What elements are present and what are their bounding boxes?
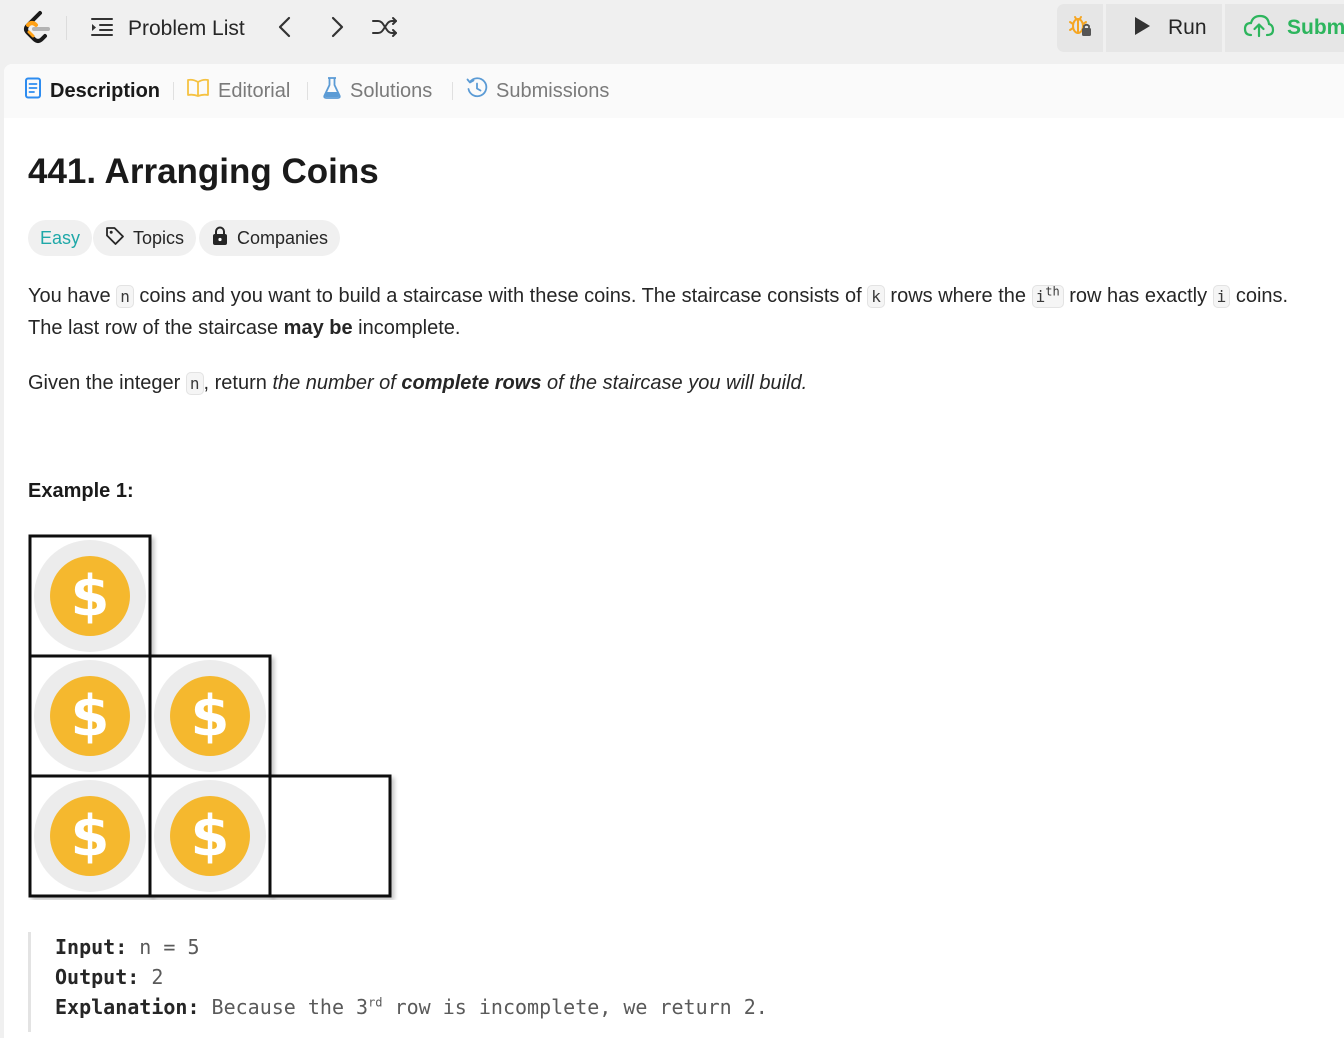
example-block: Input: n = 5 Output: 2 Explanation: Beca… [28, 932, 928, 1032]
tab-divider [452, 82, 453, 100]
companies-button[interactable]: Companies [199, 220, 341, 256]
description-paragraph-1-line-2: The last row of the staircase may be inc… [28, 312, 460, 344]
example-explanation: Explanation: Because the 3rd row is inco… [55, 992, 928, 1022]
random-problem-button[interactable] [370, 14, 400, 44]
staircase-illustration: $ $ $ $ $ [28, 534, 392, 898]
tag-icon [105, 226, 125, 251]
text: row has exactly [1063, 285, 1213, 307]
text: The last row of the staircase [28, 317, 284, 339]
next-problem-button[interactable] [322, 14, 352, 44]
code-text: i [1035, 287, 1046, 306]
explanation-text: Because the 3 [199, 995, 369, 1019]
staircase-cell [268, 774, 392, 898]
description-paragraph-2: Given the integer n, return the number o… [28, 367, 807, 400]
top-bar: Problem List Run Subm [0, 0, 1344, 58]
header-divider [66, 16, 67, 40]
document-icon [24, 77, 42, 105]
tab-submissions[interactable]: Submissions [466, 76, 609, 106]
explanation-label: Explanation: [55, 995, 200, 1019]
svg-text:$: $ [71, 804, 110, 869]
inline-code: n [185, 372, 204, 395]
difficulty-label: Easy [40, 227, 81, 248]
problem-list-label: Problem List [128, 17, 245, 40]
history-icon [466, 77, 488, 105]
topics-label: Topics [133, 227, 185, 248]
output-label: Output: [55, 965, 140, 989]
cloud-upload-icon [1243, 14, 1275, 43]
coin-icon: $ [154, 780, 266, 892]
submit-label: Submit [1287, 16, 1344, 39]
text: You have [28, 285, 117, 307]
lock-icon [211, 226, 229, 251]
explanation-text: row is incomplete, we return 2. [382, 995, 768, 1019]
superscript: th [1045, 284, 1060, 299]
companies-label: Companies [237, 227, 329, 248]
tab-editorial[interactable]: Editorial [186, 76, 290, 106]
tab-divider [307, 82, 308, 100]
difficulty-badge: Easy [28, 220, 93, 256]
play-icon [1132, 15, 1152, 42]
chevron-left-icon [275, 16, 295, 43]
problem-list-button[interactable]: Problem List [90, 14, 245, 44]
svg-text:$: $ [71, 684, 110, 749]
tab-description-label: Description [50, 79, 161, 102]
tab-bar: Description Editorial Solutions Submissi… [4, 64, 1344, 118]
text: coins and you want to build a staircase … [133, 285, 868, 307]
tab-editorial-label: Editorial [218, 79, 291, 102]
tab-description[interactable]: Description [24, 76, 160, 106]
italic-text: the number of [272, 372, 402, 394]
bold-text: may be [283, 317, 353, 339]
run-button[interactable]: Run [1106, 4, 1222, 52]
text: incomplete. [352, 317, 461, 339]
tab-submissions-label: Submissions [496, 79, 610, 102]
bug-lock-icon [1067, 13, 1093, 44]
tab-solutions-label: Solutions [350, 79, 433, 102]
output-value: 2 [139, 965, 164, 989]
coin-icon: $ [34, 660, 146, 772]
input-label: Input: [55, 935, 128, 959]
topics-button[interactable]: Topics [93, 220, 197, 256]
superscript: rd [368, 995, 383, 1010]
tab-divider [173, 82, 174, 100]
coin-icon: $ [34, 540, 146, 652]
description-paragraph-1: You have n coins and you want to build a… [28, 280, 1288, 313]
debug-button[interactable] [1057, 4, 1103, 52]
prev-problem-button[interactable] [270, 14, 300, 44]
coin-icon: $ [154, 660, 266, 772]
shuffle-icon [371, 15, 399, 44]
input-value: n = 5 [127, 935, 200, 959]
problem-title: 441. Arranging Coins [28, 152, 379, 191]
leetcode-logo-icon[interactable] [20, 10, 54, 46]
run-label: Run [1168, 16, 1207, 39]
tab-solutions[interactable]: Solutions [322, 76, 432, 106]
inline-code: k [867, 285, 885, 308]
text: rows where the [884, 285, 1032, 307]
svg-text:$: $ [191, 804, 230, 869]
text: coins. [1230, 285, 1289, 307]
example-output: Output: 2 [55, 962, 928, 992]
bold-italic-text: complete rows [401, 372, 542, 394]
submit-button[interactable]: Submit [1225, 4, 1344, 52]
svg-text:$: $ [191, 684, 230, 749]
italic-text: of the staircase you will build. [541, 372, 808, 394]
text: Given the integer [28, 372, 186, 394]
example-heading: Example 1: [28, 480, 134, 502]
example-input: Input: n = 5 [55, 932, 928, 962]
flask-icon [322, 76, 342, 106]
text: , return [203, 372, 273, 394]
inline-code: n [116, 285, 134, 308]
svg-text:$: $ [71, 564, 110, 629]
inline-code: ith [1031, 284, 1064, 308]
chevron-right-icon [327, 16, 347, 43]
action-group: Run Submit [1057, 4, 1344, 52]
book-icon [186, 78, 210, 104]
coin-icon: $ [34, 780, 146, 892]
inline-code: i [1212, 285, 1231, 308]
list-icon [90, 15, 114, 44]
description-panel: Description Editorial Solutions Submissi… [4, 64, 1344, 1038]
